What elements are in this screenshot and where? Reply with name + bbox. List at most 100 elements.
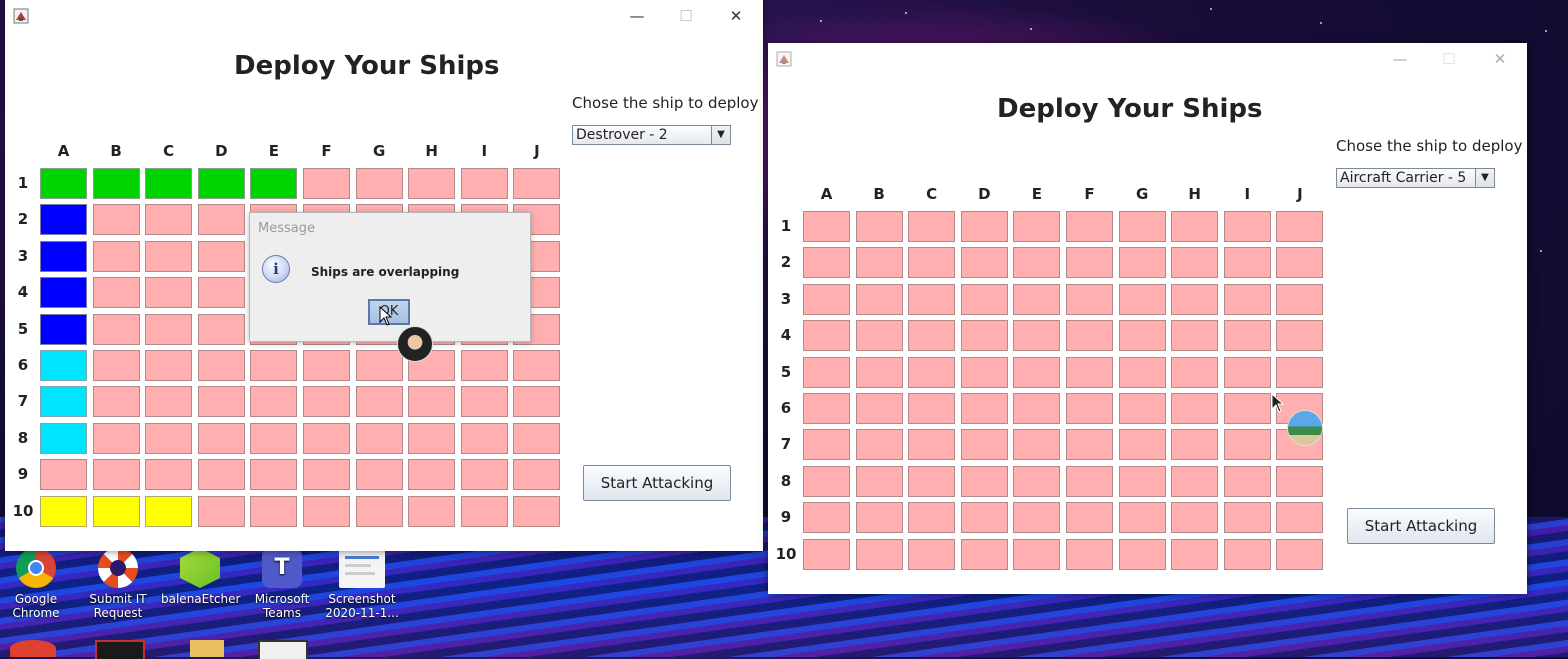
board-cell[interactable] <box>408 459 456 491</box>
board-cell[interactable] <box>92 277 140 309</box>
taskbar-item[interactable] <box>190 640 224 657</box>
board-cell[interactable] <box>197 386 245 418</box>
board-cell[interactable] <box>1118 211 1166 242</box>
board-cell[interactable] <box>1171 393 1219 424</box>
board-cell[interactable] <box>40 204 87 236</box>
desktop-icon-google-chrome[interactable]: Google Chrome <box>0 548 75 620</box>
board-cell[interactable] <box>197 495 245 527</box>
board-cell[interactable] <box>145 459 193 491</box>
board-cell[interactable] <box>803 247 850 279</box>
board-cell[interactable] <box>908 211 956 242</box>
board-cell[interactable] <box>1223 429 1271 461</box>
board-cell[interactable] <box>908 502 956 534</box>
board-cell[interactable] <box>803 283 850 315</box>
board-cell[interactable] <box>908 356 956 388</box>
board-cell[interactable] <box>803 502 850 534</box>
board-cell[interactable] <box>250 350 298 381</box>
board-cell[interactable] <box>40 386 87 418</box>
board-cell[interactable] <box>803 211 850 242</box>
board-cell[interactable] <box>1118 320 1166 352</box>
board-cell[interactable] <box>40 422 87 454</box>
board-cell[interactable] <box>92 350 140 381</box>
minimize-button[interactable]: — <box>1377 47 1423 71</box>
board-cell[interactable] <box>303 350 350 381</box>
taskbar-item[interactable] <box>95 640 145 659</box>
board-cell[interactable] <box>197 459 245 491</box>
board-cell[interactable] <box>197 350 245 381</box>
board-cell[interactable] <box>92 240 140 272</box>
board-cell[interactable] <box>908 465 956 497</box>
board-cell[interactable] <box>145 277 193 309</box>
taskbar-item[interactable] <box>258 640 308 659</box>
desktop-icon-screenshot[interactable]: Screenshot 2020-11-1... <box>323 548 401 620</box>
board-cell[interactable] <box>960 538 1008 570</box>
board-cell[interactable] <box>803 393 850 424</box>
board-cell[interactable] <box>1171 538 1219 570</box>
board-cell[interactable] <box>250 386 298 418</box>
desktop-icon-submit-it-request[interactable]: Submit IT Request <box>79 548 157 620</box>
board-cell[interactable] <box>1223 283 1271 315</box>
board-cell[interactable] <box>1276 320 1324 352</box>
board-cell[interactable] <box>460 350 508 381</box>
close-button[interactable]: ✕ <box>1477 47 1523 71</box>
start-attacking-button[interactable]: Start Attacking <box>1347 508 1495 544</box>
board-cell[interactable] <box>303 422 350 454</box>
board-cell[interactable] <box>1276 356 1324 388</box>
board-cell[interactable] <box>1118 283 1166 315</box>
board-cell[interactable] <box>1223 356 1271 388</box>
board-cell[interactable] <box>960 283 1008 315</box>
board-cell[interactable] <box>1276 283 1324 315</box>
board-cell[interactable] <box>40 350 87 381</box>
board-cell[interactable] <box>197 313 245 345</box>
board-cell[interactable] <box>1066 283 1113 315</box>
board-cell[interactable] <box>1171 283 1219 315</box>
board-cell[interactable] <box>960 211 1008 242</box>
board-cell[interactable] <box>960 502 1008 534</box>
board-cell[interactable] <box>40 495 87 527</box>
ship-select[interactable]: Aircraft Carrier - 5 ▼ <box>1336 168 1495 188</box>
board-cell[interactable] <box>513 168 561 199</box>
board-cell[interactable] <box>1118 356 1166 388</box>
board-cell[interactable] <box>803 356 850 388</box>
board-cell[interactable] <box>1276 538 1324 570</box>
board-cell[interactable] <box>855 465 903 497</box>
board-cell[interactable] <box>1013 465 1061 497</box>
board-cell[interactable] <box>1171 320 1219 352</box>
board-cell[interactable] <box>460 386 508 418</box>
board-cell[interactable] <box>355 422 403 454</box>
board-cell[interactable] <box>145 240 193 272</box>
board-cell[interactable] <box>92 386 140 418</box>
board-cell[interactable] <box>1013 393 1061 424</box>
ship-select[interactable]: Destrover - 2 ▼ <box>572 125 731 145</box>
board-cell[interactable] <box>145 350 193 381</box>
board-cell[interactable] <box>1066 211 1113 242</box>
board-cell[interactable] <box>92 313 140 345</box>
board-cell[interactable] <box>855 393 903 424</box>
board-cell[interactable] <box>1223 465 1271 497</box>
board-cell[interactable] <box>960 465 1008 497</box>
board-cell[interactable] <box>145 313 193 345</box>
board-cell[interactable] <box>855 502 903 534</box>
board-cell[interactable] <box>1066 465 1113 497</box>
board-cell[interactable] <box>1066 429 1113 461</box>
board-cell[interactable] <box>1276 465 1324 497</box>
board-cell[interactable] <box>1066 502 1113 534</box>
close-button[interactable]: ✕ <box>713 4 759 28</box>
board-cell[interactable] <box>1013 538 1061 570</box>
board-cell[interactable] <box>303 459 350 491</box>
board-cell[interactable] <box>1013 502 1061 534</box>
window-titlebar[interactable]: — ☐ ✕ <box>768 43 1527 75</box>
board-cell[interactable] <box>960 247 1008 279</box>
board-cell[interactable] <box>145 168 193 199</box>
maximize-button[interactable]: ☐ <box>1426 47 1472 71</box>
board-cell[interactable] <box>855 538 903 570</box>
board-cell[interactable] <box>303 386 350 418</box>
board-cell[interactable] <box>1118 393 1166 424</box>
board-cell[interactable] <box>408 168 456 199</box>
board-cell[interactable] <box>1171 465 1219 497</box>
board-cell[interactable] <box>855 283 903 315</box>
board-cell[interactable] <box>1118 502 1166 534</box>
board-cell[interactable] <box>355 459 403 491</box>
board-cell[interactable] <box>803 429 850 461</box>
board-cell[interactable] <box>513 422 561 454</box>
